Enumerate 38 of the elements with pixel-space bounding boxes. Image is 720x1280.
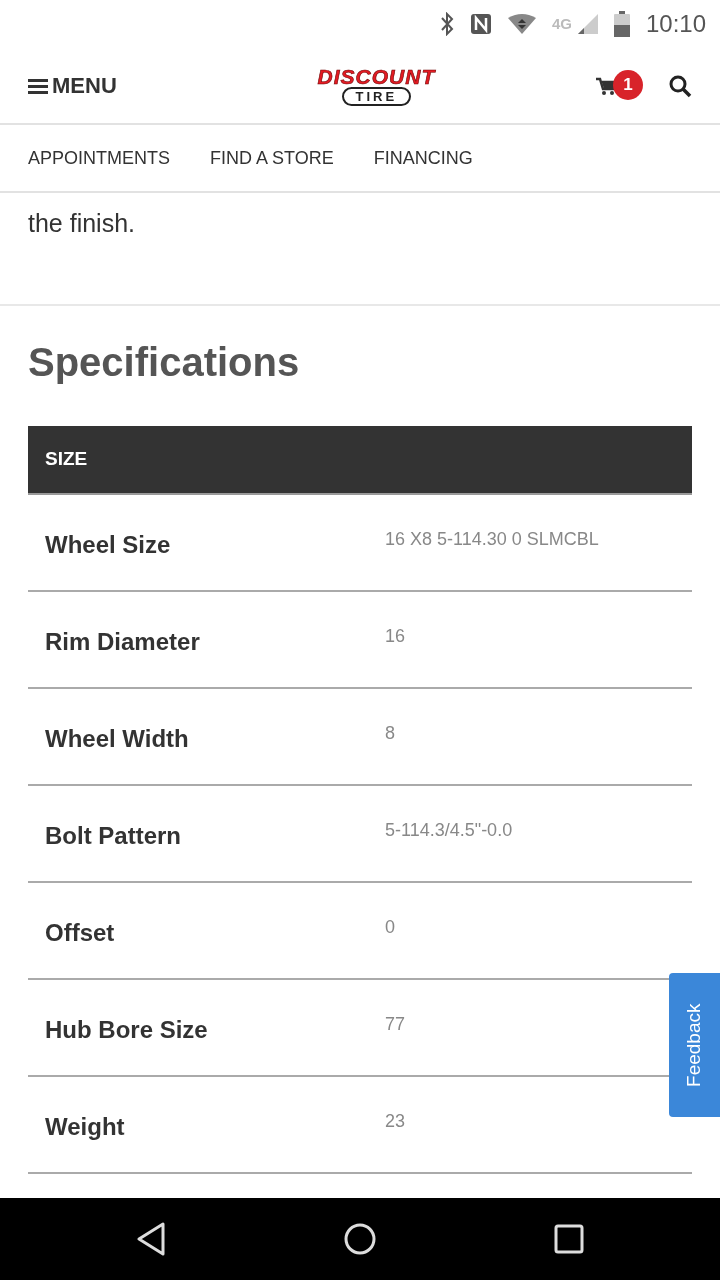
nav-link[interactable]: APPOINTMENTS: [28, 144, 170, 172]
bluetooth-icon: [439, 12, 454, 36]
spec-label: Bolt Pattern: [45, 821, 182, 851]
spec-label: Offset: [45, 918, 116, 948]
spec-label: Hub Bore Size: [45, 1015, 209, 1045]
spec-value: 5-114.3/4.5"-0.0: [385, 819, 513, 842]
spec-value: 16 X8 5-114.30 0 SLMCBL: [385, 528, 599, 551]
spec-label: Rim Diameter: [45, 627, 201, 657]
spec-value: 23: [385, 1110, 406, 1133]
spec-label: Wheel Size: [45, 530, 172, 560]
signal-icon: [577, 14, 598, 34]
spec-value: 16: [385, 625, 406, 648]
cart-icon: [596, 77, 616, 96]
nfc-icon: [469, 13, 492, 35]
table-header: SIZE: [28, 426, 692, 495]
home-icon[interactable]: [343, 1222, 377, 1256]
network-type: 4G: [551, 13, 572, 34]
menu-button[interactable]: MENU: [28, 69, 117, 102]
cart-button[interactable]: 1: [596, 73, 644, 98]
clock: 10:10: [645, 9, 706, 39]
section-heading: Specifications: [28, 339, 301, 386]
search-icon[interactable]: [668, 73, 692, 98]
spec-label: Weight: [45, 1112, 126, 1142]
wifi-icon: [507, 14, 536, 34]
spec-label: Wheel Width: [45, 724, 190, 754]
menu-icon: [28, 76, 48, 95]
logo[interactable]: DISCOUNT TIRE: [317, 65, 436, 106]
recents-icon[interactable]: [553, 1224, 584, 1254]
cart-count: 1: [613, 69, 643, 100]
spec-value: 8: [385, 722, 395, 745]
back-icon[interactable]: [136, 1222, 167, 1256]
feedback-button[interactable]: Feedback: [669, 973, 720, 1117]
nav-link[interactable]: FIND A STORE: [210, 144, 334, 172]
nav-link[interactable]: FINANCING: [373, 144, 473, 172]
spec-value: 0: [385, 916, 395, 939]
spec-value: 77: [385, 1013, 406, 1036]
battery-icon: [613, 11, 630, 37]
description-text: the finish.: [28, 208, 136, 239]
